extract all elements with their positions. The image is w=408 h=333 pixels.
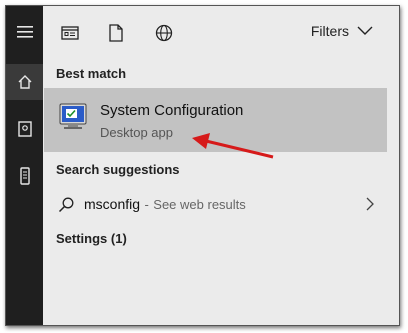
- annotation-arrow: [192, 133, 274, 159]
